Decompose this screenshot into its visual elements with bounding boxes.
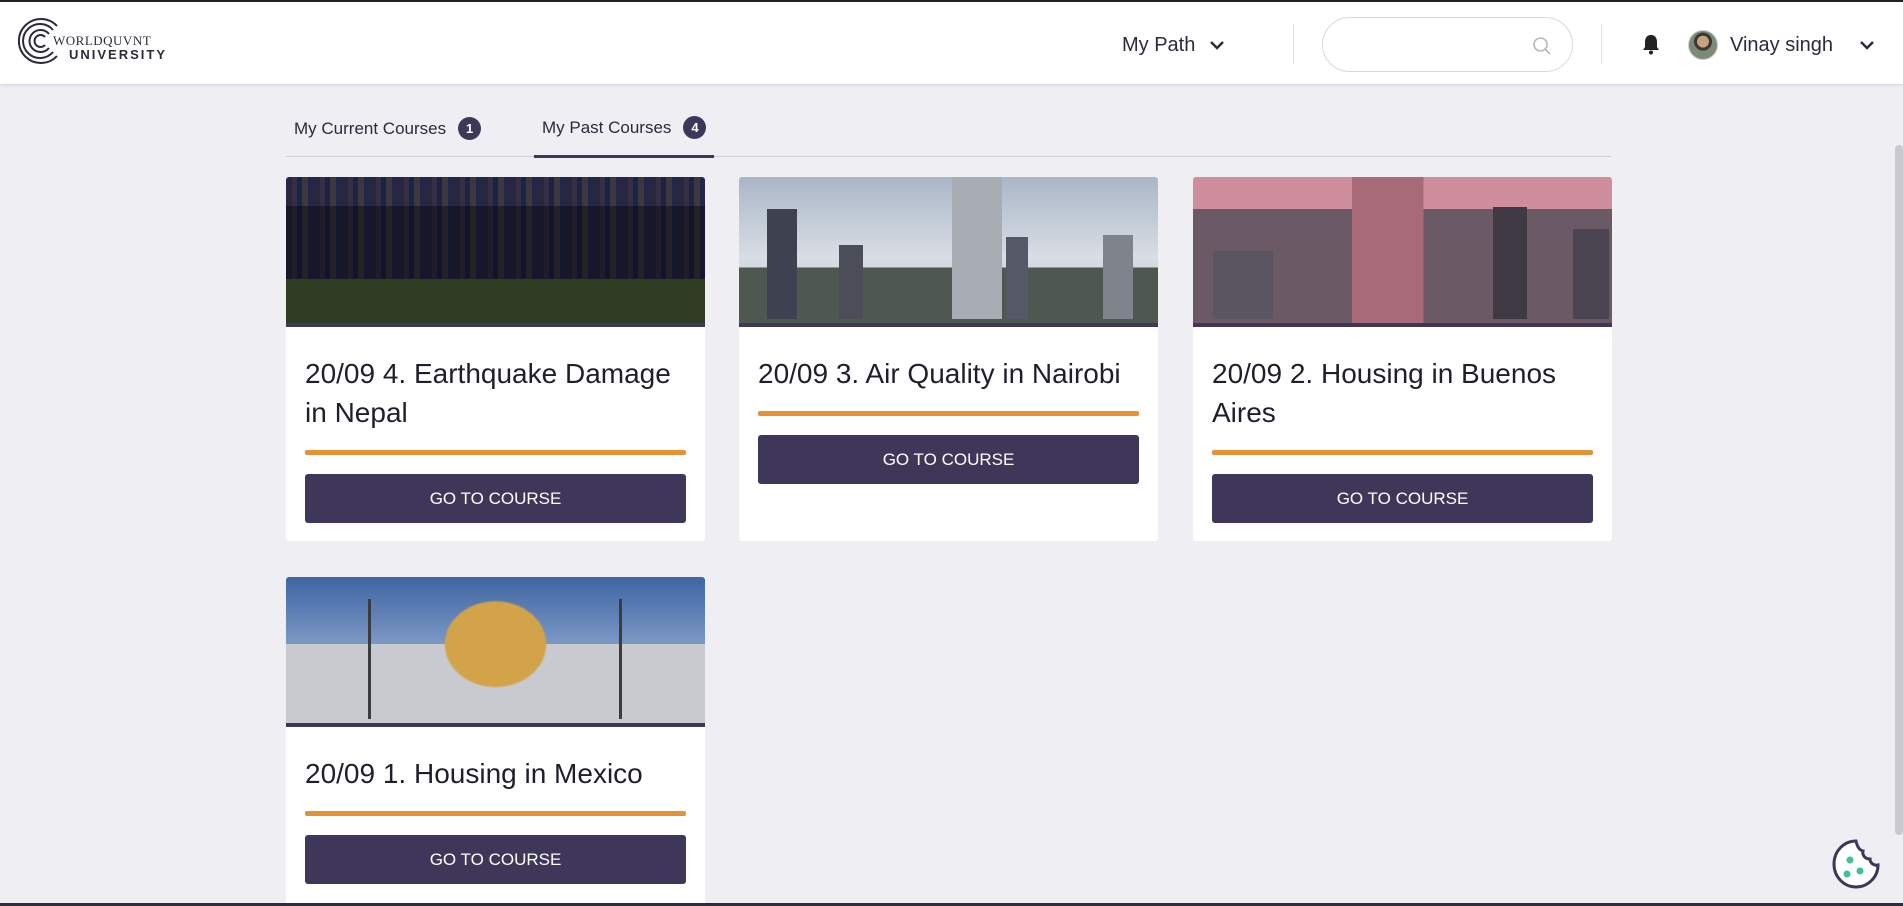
progress-bar xyxy=(305,811,686,816)
progress-bar xyxy=(305,450,686,455)
logo-text-line2: UNIVERSITY xyxy=(69,47,168,62)
avatar xyxy=(1688,30,1718,60)
course-title: 20/09 1. Housing in Mexico xyxy=(305,758,643,789)
cookie-settings-icon[interactable] xyxy=(1830,838,1882,890)
tab-label: My Current Courses xyxy=(294,118,447,138)
course-card: 20/09 2. Housing in Buenos Aires GO TO C… xyxy=(1193,177,1612,541)
university-logo[interactable]: WORLDQUVNT UNIVERSITY xyxy=(17,16,177,68)
user-menu[interactable]: Vinay singh xyxy=(1688,28,1875,62)
top-navigation-bar: WORLDQUVNT UNIVERSITY My Path Vinay sing… xyxy=(0,0,1903,84)
course-tabs: My Current Courses 1 My Past Courses 4 xyxy=(286,100,1611,158)
search-input[interactable] xyxy=(1341,30,1521,60)
course-title: 20/09 2. Housing in Buenos Aires xyxy=(1212,358,1557,428)
go-to-course-button[interactable]: GO TO COURSE xyxy=(758,435,1139,484)
my-path-dropdown[interactable]: My Path xyxy=(1122,28,1225,62)
course-card: 20/09 1. Housing in Mexico GO TO COURSE xyxy=(286,577,705,906)
go-to-course-button[interactable]: GO TO COURSE xyxy=(305,835,686,884)
tab-current-courses[interactable]: My Current Courses 1 xyxy=(286,100,489,157)
tab-past-courses[interactable]: My Past Courses 4 xyxy=(534,100,715,158)
course-image-nepal xyxy=(286,177,705,327)
go-to-course-button[interactable]: GO TO COURSE xyxy=(305,474,686,523)
course-card: 20/09 3. Air Quality in Nairobi GO TO CO… xyxy=(739,177,1158,541)
course-image-buenos-aires xyxy=(1193,177,1612,327)
course-title: 20/09 3. Air Quality in Nairobi xyxy=(758,358,1121,389)
progress-bar xyxy=(1212,450,1593,455)
header-divider xyxy=(1293,24,1294,64)
course-image-mexico xyxy=(286,577,705,727)
course-image-nairobi xyxy=(739,177,1158,327)
course-card: 20/09 4. Earthquake Damage in Nepal GO T… xyxy=(286,177,705,541)
course-title: 20/09 4. Earthquake Damage in Nepal xyxy=(305,358,671,428)
search-icon[interactable] xyxy=(1532,36,1552,56)
go-to-course-button[interactable]: GO TO COURSE xyxy=(1212,474,1593,523)
count-badge: 1 xyxy=(458,117,482,140)
progress-bar xyxy=(758,411,1139,416)
tab-label: My Past Courses xyxy=(542,117,672,137)
page-scrollbar[interactable] xyxy=(1895,145,1903,835)
count-badge: 4 xyxy=(683,116,707,139)
notification-bell-icon[interactable] xyxy=(1641,33,1661,55)
header-divider xyxy=(1601,24,1602,64)
chevron-down-icon xyxy=(1860,41,1874,50)
user-name: Vinay singh xyxy=(1730,33,1834,56)
search-box[interactable] xyxy=(1322,17,1573,72)
chevron-down-icon xyxy=(1210,41,1225,50)
my-path-label: My Path xyxy=(1122,33,1196,56)
